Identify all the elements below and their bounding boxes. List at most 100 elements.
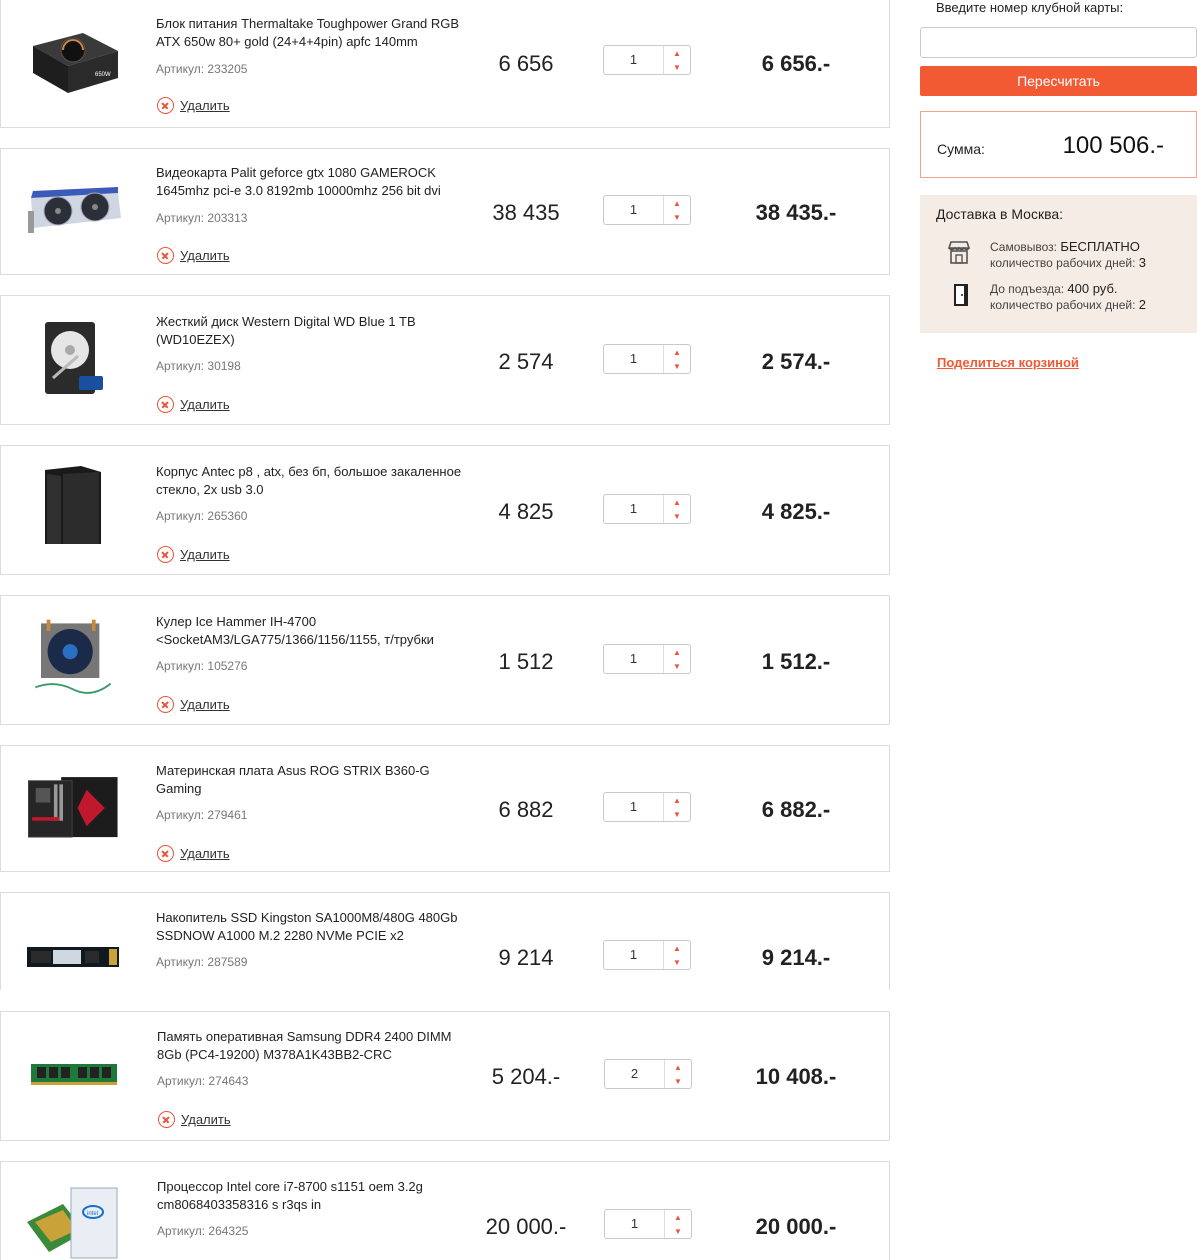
delete-button[interactable]: Удалить [157,396,230,413]
delete-label: Удалить [180,846,230,861]
item-total: 6 882.- [761,797,831,822]
cart-item: Кулер Ice Hammer IH-4700 <SocketAM3/LGA7… [0,595,890,725]
quantity-input[interactable]: 1 [604,793,664,821]
increment-icon[interactable]: ▲ [665,1060,691,1074]
increment-icon[interactable]: ▲ [664,645,690,659]
cart-item: Накопитель SSD Kingston SA1000M8/480G 48… [0,892,890,990]
quantity-stepper[interactable]: 1 ▲ ▼ [603,792,691,822]
quantity-input[interactable]: 1 [604,196,664,224]
delete-icon [157,97,174,114]
sum-value: 100 506.- [1062,132,1164,159]
increment-icon[interactable]: ▲ [664,46,690,60]
delete-icon [157,546,174,563]
delete-icon [157,696,174,713]
increment-icon[interactable]: ▲ [664,793,690,807]
item-total: 9 214.- [761,945,831,970]
gpu-image [28,187,121,233]
cooler-image [35,619,112,694]
decrement-icon[interactable]: ▼ [665,1074,691,1088]
item-price: 20 000.- [485,1214,567,1239]
item-total: 1 512.- [761,649,831,674]
club-card-input[interactable] [920,27,1197,58]
decrement-icon[interactable]: ▼ [664,359,690,373]
delete-label: Удалить [180,397,230,412]
decrement-icon[interactable]: ▼ [664,955,690,969]
item-name[interactable]: Память оперативная Samsung DDR4 2400 DIM… [157,1028,467,1064]
quantity-stepper[interactable]: 1 ▲ ▼ [603,494,691,524]
cart-item: 650W Блок питания Thermaltake Toughpower… [0,0,890,128]
hdd-image [45,322,103,394]
increment-icon[interactable]: ▲ [664,495,690,509]
item-price: 38 435 [492,200,560,225]
delete-label: Удалить [180,547,230,562]
item-price: 6 656 [498,51,554,76]
delete-icon [157,396,174,413]
decrement-icon[interactable]: ▼ [665,1224,691,1238]
increment-icon[interactable]: ▲ [664,941,690,955]
quantity-stepper[interactable]: 1 ▲ ▼ [603,644,691,674]
recalculate-button[interactable]: Пересчитать [920,66,1197,96]
quantity-input[interactable]: 1 [604,941,664,969]
increment-icon[interactable]: ▲ [665,1210,691,1224]
quantity-input[interactable]: 2 [605,1060,665,1088]
cpu-image: intel [27,1187,118,1259]
delete-button[interactable]: Удалить [157,546,230,563]
ssd-image [27,947,119,967]
item-name[interactable]: Материнская плата Asus ROG STRIX B360-G … [156,762,466,798]
sum-box: Сумма: 100 506.- [920,111,1197,178]
quantity-input[interactable]: 1 [604,495,664,523]
decrement-icon[interactable]: ▼ [664,210,690,224]
item-total: 6 656.- [761,51,831,76]
increment-icon[interactable]: ▲ [664,196,690,210]
item-name[interactable]: Процессор Intel core i7-8700 s1151 oem 3… [157,1178,467,1214]
item-sku: Артикул: 279461 [156,808,248,822]
quantity-input[interactable]: 1 [604,46,664,74]
decrement-icon[interactable]: ▼ [664,807,690,821]
item-sku: Артикул: 274643 [157,1074,249,1088]
item-name[interactable]: Блок питания Thermaltake Toughpower Gran… [156,15,466,51]
item-name[interactable]: Корпус Antec p8 , atx, без бп, большое з… [156,463,466,499]
quantity-stepper[interactable]: 1 ▲ ▼ [603,195,691,225]
decrement-icon[interactable]: ▼ [664,509,690,523]
door-value: 400 руб. [1067,281,1118,296]
item-name[interactable]: Накопитель SSD Kingston SA1000M8/480G 48… [156,909,466,945]
item-sku: Артикул: 30198 [156,359,241,373]
delete-button[interactable]: Удалить [157,696,230,713]
quantity-stepper[interactable]: 1 ▲ ▼ [604,1209,692,1239]
item-name[interactable]: Жесткий диск Western Digital WD Blue 1 T… [156,313,466,349]
delete-button[interactable]: Удалить [157,247,230,264]
item-price: 2 574 [498,349,554,374]
quantity-input[interactable]: 1 [604,645,664,673]
delete-icon [157,247,174,264]
quantity-stepper[interactable]: 1 ▲ ▼ [603,940,691,970]
item-price: 9 214 [498,945,554,970]
decrement-icon[interactable]: ▼ [664,60,690,74]
motherboard-image [28,777,118,838]
door-days: 2 [1138,297,1146,312]
delete-button[interactable]: Удалить [158,1111,231,1128]
increment-icon[interactable]: ▲ [664,345,690,359]
item-name[interactable]: Кулер Ice Hammer IH-4700 <SocketAM3/LGA7… [156,613,466,649]
delete-label: Удалить [180,248,230,263]
quantity-input[interactable]: 1 [605,1210,665,1238]
share-cart-link[interactable]: Поделиться корзиной [937,355,1079,370]
quantity-input[interactable]: 1 [604,345,664,373]
quantity-stepper[interactable]: 1 ▲ ▼ [603,45,691,75]
svg-text:650W: 650W [95,72,111,78]
delete-button[interactable]: Удалить [157,97,230,114]
shop-icon [947,241,971,264]
delete-label: Удалить [180,697,230,712]
delete-button[interactable]: Удалить [157,845,230,862]
delete-icon [158,1111,175,1128]
club-card-label: Введите номер клубной карты: [936,0,1124,15]
ram-image [31,1064,117,1085]
item-sku: Артикул: 265360 [156,509,248,523]
quantity-stepper[interactable]: 2 ▲ ▼ [604,1059,692,1089]
delivery-city[interactable]: Москва [1011,206,1059,222]
door-icon [954,284,968,306]
decrement-icon[interactable]: ▼ [664,659,690,673]
item-sku: Артикул: 264325 [157,1224,249,1238]
item-name[interactable]: Видеокарта Palit geforce gtx 1080 GAMERO… [156,164,466,200]
quantity-stepper[interactable]: 1 ▲ ▼ [603,344,691,374]
item-price: 5 204.- [491,1064,561,1089]
